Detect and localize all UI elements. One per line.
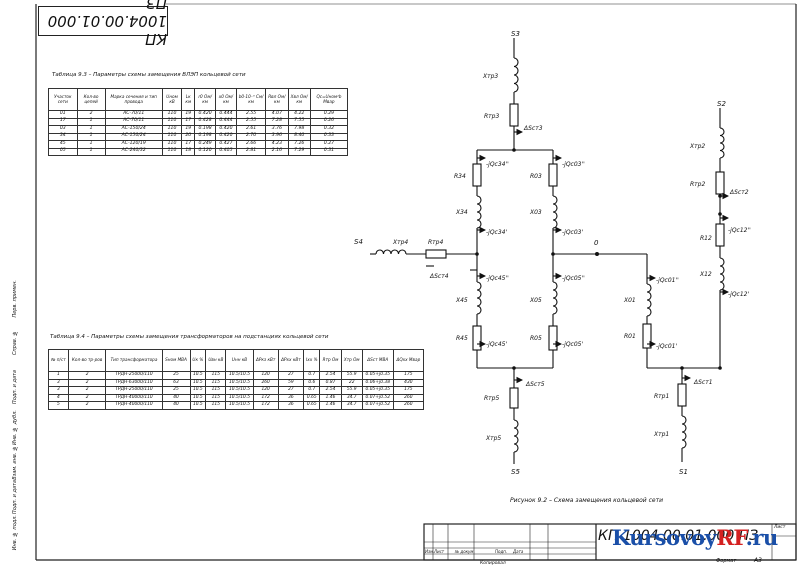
col-izm: Изм.	[425, 549, 435, 554]
titleblock-format-value: А3	[754, 557, 762, 564]
col-list: Лист	[434, 549, 445, 554]
col-podp: Подп.	[495, 549, 508, 554]
watermark-part2: RF	[716, 525, 746, 550]
watermark-logo: KursovoyRF.ru	[612, 525, 778, 550]
col-doc: № докум.	[455, 549, 475, 554]
title-block	[423, 523, 797, 561]
titleblock-format: Формат	[716, 558, 737, 564]
titleblock-cols: Изм. Лист № докум. Подп. Дата	[425, 549, 531, 554]
titleblock-copied: Копировал	[480, 561, 506, 566]
watermark-part3: .ru	[745, 525, 779, 550]
watermark-part1: Kursovoy	[612, 525, 717, 550]
col-data: Дата	[513, 549, 524, 554]
